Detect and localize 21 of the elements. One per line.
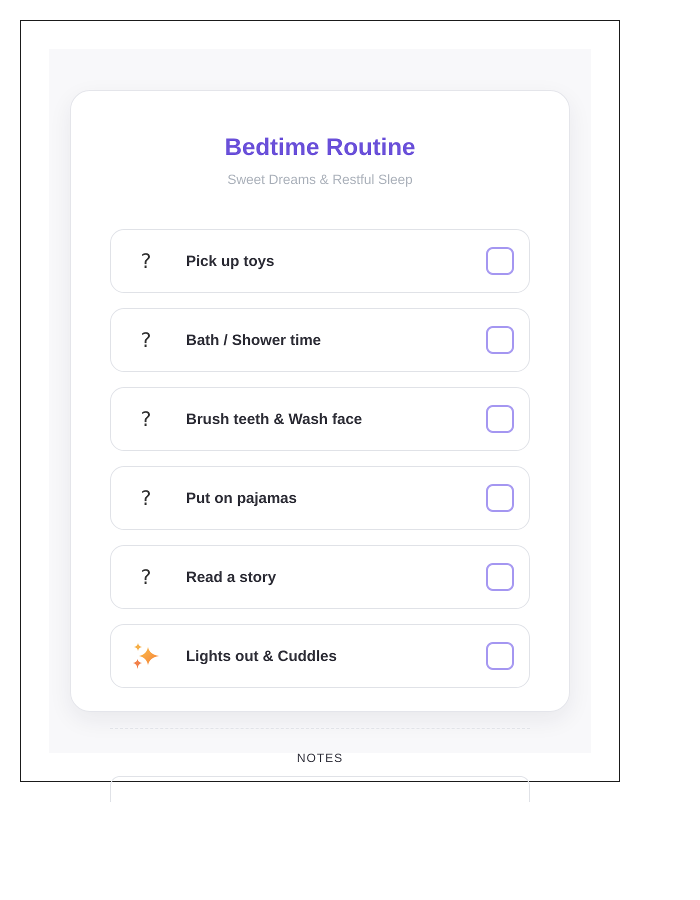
task-checkbox[interactable] bbox=[486, 563, 514, 591]
question-mark-icon: ? bbox=[140, 407, 152, 431]
question-mark-icon: ? bbox=[140, 249, 152, 273]
task-checkbox[interactable] bbox=[486, 405, 514, 433]
task-checkbox[interactable] bbox=[486, 326, 514, 354]
routine-title: Bedtime Routine bbox=[224, 133, 416, 163]
sparkles-icon bbox=[133, 643, 159, 669]
task-label: Put on pajamas bbox=[186, 490, 298, 506]
task-label: Lights out & Cuddles bbox=[186, 648, 338, 664]
routine-subtitle: Sweet Dreams & Restful Sleep bbox=[226, 171, 414, 189]
task-checkbox[interactable] bbox=[486, 642, 514, 670]
question-mark-icon: ? bbox=[140, 565, 152, 589]
task-label: Brush teeth & Wash face bbox=[186, 410, 364, 428]
task-checkbox[interactable] bbox=[486, 484, 514, 512]
task-label: Read a story bbox=[186, 568, 278, 586]
task-label: Bath / Shower time bbox=[186, 332, 322, 348]
notes-label: NOTES bbox=[296, 751, 344, 765]
task-label: Pick up toys bbox=[186, 252, 276, 270]
question-mark-icon: ? bbox=[140, 328, 152, 352]
question-mark-icon: ? bbox=[140, 486, 152, 510]
task-checkbox[interactable] bbox=[486, 247, 514, 275]
